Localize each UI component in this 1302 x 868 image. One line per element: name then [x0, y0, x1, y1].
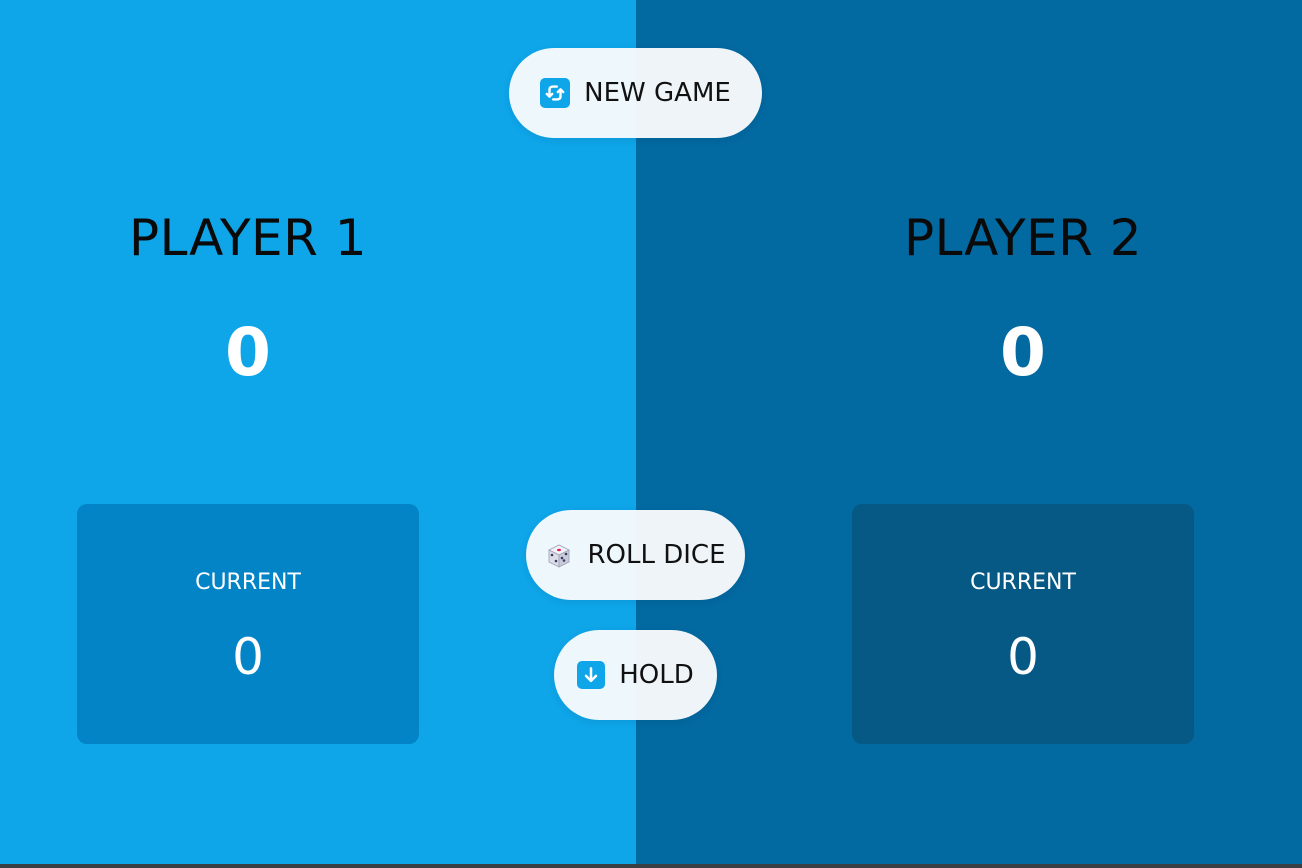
player-2-total-score: 0 — [1000, 314, 1046, 391]
player-1-current-label: CURRENT — [195, 570, 301, 595]
arrow-down-icon — [577, 661, 606, 689]
player-2-name: PLAYER 2 — [903, 209, 1143, 267]
player-2-current-score: 0 — [1007, 628, 1039, 686]
game-board: PLAYER 1 0 CURRENT 0 PLAYER 2 0 CURRENT … — [0, 0, 1302, 868]
player-1-name: PLAYER 1 — [128, 209, 368, 267]
player-1-current-box: CURRENT 0 — [77, 504, 419, 744]
roll-dice-label: ROLL DICE — [587, 540, 726, 570]
new-game-button[interactable]: NEW GAME — [509, 48, 762, 138]
roll-dice-button[interactable]: ROLL DICE — [526, 510, 745, 600]
dice-icon — [545, 541, 573, 569]
player-1-current-score: 0 — [232, 628, 264, 686]
refresh-icon — [540, 78, 571, 108]
player-2-current-label: CURRENT — [970, 570, 1076, 595]
hold-label: HOLD — [619, 660, 694, 690]
new-game-label: NEW GAME — [584, 78, 731, 108]
player-2-current-box: CURRENT 0 — [852, 504, 1194, 744]
window-bottom-edge — [0, 864, 1302, 868]
player-1-total-score: 0 — [225, 314, 271, 391]
hold-button[interactable]: HOLD — [554, 630, 717, 720]
